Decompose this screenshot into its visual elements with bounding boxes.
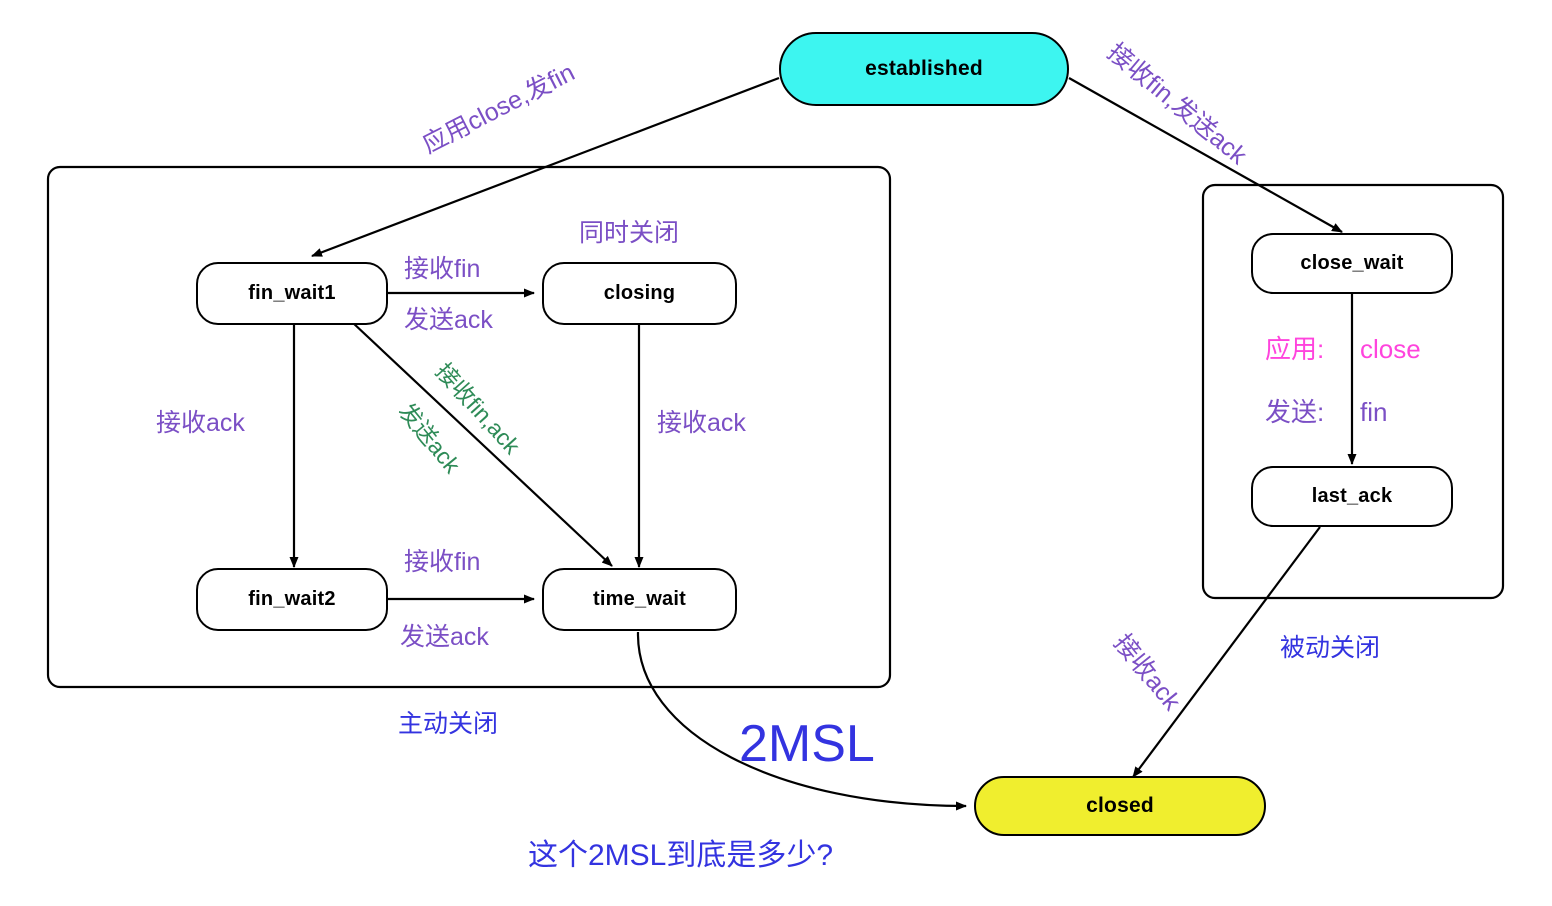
- edge-label-fin-wait2-to-time-wait-line1: 接收fin: [404, 548, 481, 576]
- edge-established-to-close-wait: [1068, 77, 1343, 233]
- edge-label-fin-wait2-to-time-wait-line2: 发送ack: [400, 623, 489, 651]
- edge-label-close-wait-to-last-ack-line1-prefix: 应用:: [1265, 334, 1325, 364]
- node-closing[interactable]: closing: [542, 262, 737, 325]
- edge-label-close-wait-to-last-ack-line2-prefix: 发送:: [1265, 397, 1325, 427]
- diagram-canvas: established fin_wait1 closing fin_wait2 …: [0, 0, 1552, 906]
- edge-label-time-wait-to-closed-2msl: 2MSL: [739, 715, 875, 773]
- node-closed[interactable]: closed: [974, 776, 1266, 836]
- node-last-ack[interactable]: last_ack: [1251, 466, 1453, 527]
- node-fin-wait2[interactable]: fin_wait2: [196, 568, 388, 631]
- group-label-simultaneous-close: 同时关闭: [579, 219, 680, 247]
- edge-label-fin-wait1-to-fin-wait2: 接收ack: [156, 409, 245, 437]
- edge-label-close-wait-to-last-ack-line1-value: close: [1360, 334, 1421, 364]
- edge-label-closing-to-time-wait: 接收ack: [657, 409, 746, 437]
- node-close-wait[interactable]: close_wait: [1251, 233, 1453, 294]
- edge-label-close-wait-to-last-ack-line2-value: fin: [1360, 397, 1388, 427]
- group-label-passive-close: 被动关闭: [1280, 634, 1381, 662]
- edge-fin-wait1-to-time-wait: [351, 321, 613, 567]
- edge-label-fin-wait1-to-closing-line2: 发送ack: [404, 306, 493, 334]
- node-fin-wait1[interactable]: fin_wait1: [196, 262, 388, 325]
- edge-label-fin-wait1-to-closing-line1: 接收fin: [404, 255, 481, 283]
- node-time-wait[interactable]: time_wait: [542, 568, 737, 631]
- annotation-2msl-question: 这个2MSL到底是多少?: [528, 839, 834, 872]
- node-established[interactable]: established: [779, 32, 1069, 106]
- group-label-active-close: 主动关闭: [398, 710, 499, 738]
